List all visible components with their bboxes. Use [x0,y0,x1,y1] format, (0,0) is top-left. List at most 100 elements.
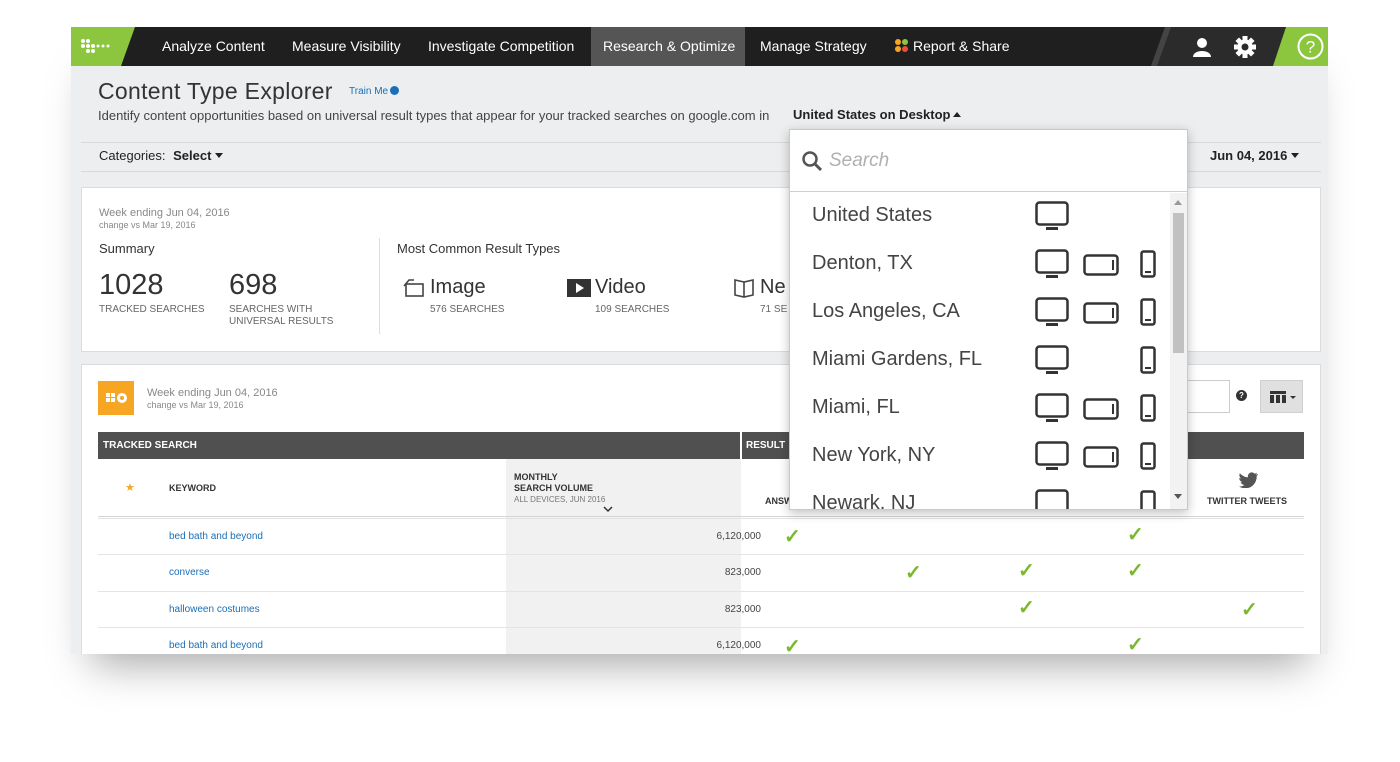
dropdown-item-label: Denton, TX [812,252,913,274]
page-subtitle: Identify content opportunities based on … [98,108,770,123]
dropdown-item-label: Los Angeles, CA [812,300,960,322]
desktop-icon[interactable] [1035,441,1069,471]
tablet-icon[interactable] [1083,398,1119,420]
date-selector[interactable]: Jun 04, 2016 [1210,148,1300,163]
tracked-count: 1028 [99,269,164,301]
desktop-icon[interactable] [1035,489,1069,509]
volume-value: 6,120,000 [716,531,762,542]
universal-label-line1: SEARCHES WITH [229,304,313,315]
tracked-label: TRACKED SEARCHES [99,304,205,315]
table-row[interactable]: bed bath and beyond 6,120,000 ✓ ✓ [98,627,1304,654]
check-icon: ✓ [1127,560,1144,582]
dropdown-item[interactable]: Miami Gardens, FL [790,337,1170,385]
check-icon: ✓ [1127,634,1144,654]
chevron-down-icon [1291,153,1300,158]
dropdown-item-label: Newark, NJ [812,492,916,509]
dropdown-search[interactable]: Search [790,130,1187,192]
categories-select[interactable]: Select [173,148,211,163]
mobile-icon[interactable] [1140,490,1156,509]
user-icon[interactable] [1191,36,1213,58]
column-picker-button[interactable] [1260,380,1303,413]
dropdown-item[interactable]: United States [790,193,1170,241]
scroll-thumb[interactable] [1173,213,1184,353]
keyword-link[interactable]: bed bath and beyond [169,531,263,542]
check-icon: ✓ [1127,524,1144,546]
col-keyword[interactable]: KEYWORD [169,483,216,494]
mobile-icon[interactable] [1140,394,1156,422]
desktop-icon[interactable] [1035,393,1069,423]
nav-report-share[interactable]: Report & Share [882,27,1024,66]
result-type-image-count: 576 SEARCHES [430,304,505,315]
search-input[interactable]: Search [829,150,889,172]
desktop-icon[interactable] [1035,201,1069,231]
col-volume-line1: MONTHLY [514,472,558,482]
keyword-link[interactable]: converse [169,567,210,578]
caret-up-icon [953,112,962,117]
result-type-news: Ne [760,276,786,298]
book-icon [734,279,754,298]
logo-icon[interactable] [71,27,135,66]
check-icon: ✓ [784,636,801,654]
app-window: Analyze Content Measure Visibility Inves… [71,27,1328,654]
svg-text:?: ? [1306,38,1315,57]
tablet-icon[interactable] [1083,446,1119,468]
tablet-icon[interactable] [1083,254,1119,276]
mobile-icon[interactable] [1140,346,1156,374]
check-icon: ✓ [1018,560,1035,582]
nav-analyze-content[interactable]: Analyze Content [148,27,279,66]
nav-measure-visibility[interactable]: Measure Visibility [278,27,415,66]
columns-icon [1270,391,1296,403]
col-volume[interactable]: MONTHLY SEARCH VOLUME ALL DEVICES, JUN 2… [514,472,605,505]
dropdown-item-label: Miami Gardens, FL [812,348,983,370]
universal-label-line2: UNIVERSAL RESULTS [229,316,334,327]
dropdown-item[interactable]: Newark, NJ [790,481,1170,509]
scroll-up-icon[interactable] [1174,200,1182,205]
check-icon: ✓ [784,526,801,548]
nav-research-optimize[interactable]: Research & Optimize [591,27,745,66]
sort-down-icon[interactable] [603,506,613,513]
nav-investigate-competition[interactable]: Investigate Competition [414,27,588,66]
tablet-icon[interactable] [1083,302,1119,324]
nav-manage-strategy[interactable]: Manage Strategy [746,27,881,66]
common-types-heading: Most Common Result Types [397,241,561,256]
help-icon[interactable]: ? [1297,33,1324,60]
result-type-video-count: 109 SEARCHES [595,304,670,315]
dropdown-item[interactable]: New York, NY [790,433,1170,481]
question-icon[interactable]: ? [1236,390,1247,401]
gear-icon[interactable] [1233,35,1257,59]
report-dots-icon [895,39,909,53]
dropdown-item[interactable]: Miami, FL [790,385,1170,433]
table-change: change vs Mar 19, 2016 [147,400,244,410]
table-row[interactable]: bed bath and beyond 6,120,000 ✓ ✓ [98,518,1304,555]
desktop-icon[interactable] [1035,345,1069,375]
categories-label: Categories: [99,148,166,163]
col-twitter[interactable]: TWITTER TWEETS [1207,496,1287,507]
locale-dropdown: Search United States Denton, TX Los Angele… [789,129,1188,510]
table-row[interactable]: converse 823,000 ✓ ✓ ✓ [98,554,1304,591]
desktop-icon[interactable] [1035,297,1069,327]
scroll-down-icon[interactable] [1174,494,1182,499]
universal-count: 698 [229,269,278,301]
mobile-icon[interactable] [1140,442,1156,470]
table-search-input[interactable] [1186,380,1230,413]
desktop-icon[interactable] [1035,249,1069,279]
check-icon: ✓ [905,562,922,584]
scrollbar[interactable] [1170,193,1187,509]
locale-selector[interactable]: United States on Desktop [793,107,962,122]
keyword-link[interactable]: bed bath and beyond [169,640,263,651]
page-title: Content Type Explorer [98,78,333,104]
keyword-link[interactable]: halloween costumes [169,604,260,615]
col-volume-line3: ALL DEVICES, JUN 2016 [514,495,606,504]
train-me-link[interactable]: Train Me [349,86,400,97]
table-row[interactable]: halloween costumes 823,000 ✓ ✓ [98,591,1304,628]
mobile-icon[interactable] [1140,298,1156,326]
dropdown-item[interactable]: Denton, TX [790,241,1170,289]
result-type-image: Image [430,276,486,298]
mobile-icon[interactable] [1140,250,1156,278]
categories-filter: Categories: Select [99,148,224,163]
dropdown-item[interactable]: Los Angeles, CA [790,289,1170,337]
star-icon[interactable]: ★ [125,481,135,494]
summary-change: change vs Mar 19, 2016 [99,220,196,230]
table-week: Week ending Jun 04, 2016 [147,387,278,399]
play-icon [390,86,400,95]
